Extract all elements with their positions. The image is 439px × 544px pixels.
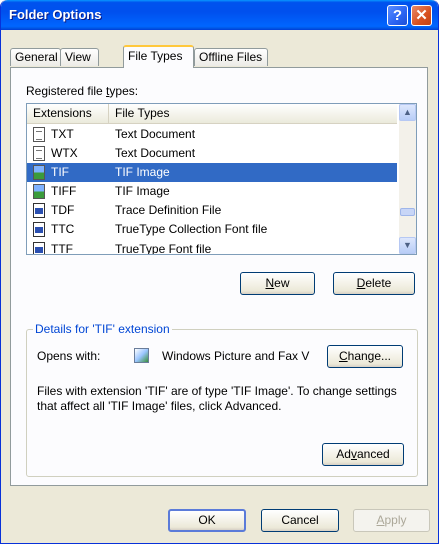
list-item-type: TIF Image [115, 165, 170, 179]
list-item-selected[interactable]: TIF TIF Image [27, 163, 397, 182]
cancel-button[interactable]: Cancel [261, 509, 339, 532]
list-item[interactable]: TTF TrueType Font file [27, 240, 397, 255]
column-header-extensions[interactable]: Extensions [27, 104, 109, 123]
list-item[interactable]: TDF Trace Definition File [27, 201, 397, 220]
scroll-thumb[interactable] [400, 208, 415, 216]
list-item-extension: TDF [51, 203, 75, 217]
font-file-icon [33, 242, 45, 254]
ok-button[interactable]: OK [168, 509, 246, 532]
list-item-type: TrueType Collection Font file [115, 222, 268, 236]
scroll-down-button[interactable]: ▼ [399, 237, 416, 254]
list-item[interactable]: TTC TrueType Collection Font file [27, 220, 397, 239]
picture-viewer-icon [134, 348, 149, 363]
help-button[interactable]: ? [387, 5, 408, 26]
list-item-extension: TIF [51, 165, 69, 179]
folder-options-window: Folder Options ? ✕ General View File Typ… [0, 0, 439, 544]
apply-button: Apply [353, 509, 430, 532]
tab-general[interactable]: General [10, 48, 61, 66]
list-item-extension: TXT [51, 127, 74, 141]
list-item-type: TrueType Font file [115, 242, 212, 255]
window-title: Folder Options [9, 7, 102, 22]
tab-file-types[interactable]: File Types [123, 45, 194, 68]
advanced-button[interactable]: Advanced [322, 443, 404, 466]
delete-button[interactable]: Delete [333, 272, 415, 295]
registered-file-types-label: Registered file types: [26, 84, 139, 98]
chevron-up-icon: ▲ [403, 107, 412, 117]
tab-offline-files[interactable]: Offline Files [194, 48, 268, 66]
list-item[interactable]: WTX Text Document [27, 144, 397, 163]
new-button[interactable]: New [240, 272, 315, 295]
list-item[interactable]: TIFF TIF Image [27, 182, 397, 201]
close-icon: ✕ [415, 7, 428, 24]
close-button[interactable]: ✕ [411, 5, 432, 26]
text-document-icon [33, 127, 45, 142]
file-types-list[interactable]: Extensions File Types TXT Text Document … [26, 103, 417, 255]
help-icon: ? [392, 7, 403, 24]
font-file-icon [33, 203, 45, 218]
chevron-down-icon: ▼ [403, 240, 412, 250]
scroll-up-button[interactable]: ▲ [399, 104, 416, 121]
title-bar[interactable]: Folder Options ? ✕ [1, 0, 438, 30]
details-group-title: Details for 'TIF' extension [33, 322, 172, 336]
image-file-icon [33, 165, 45, 180]
text-document-icon [33, 146, 45, 161]
tab-view[interactable]: View [60, 48, 99, 66]
list-item-type: Text Document [115, 127, 196, 141]
image-file-icon [33, 184, 45, 199]
list-item-type: Text Document [115, 146, 196, 160]
details-description: Files with extension 'TIF' are of type '… [37, 384, 397, 413]
opens-with-label: Opens with: [37, 349, 101, 363]
opens-with-value: Windows Picture and Fax V [162, 349, 310, 363]
list-item-extension: TTF [51, 242, 73, 255]
list-item-extension: TIFF [51, 184, 77, 198]
column-header-file-types[interactable]: File Types [109, 104, 397, 123]
list-item[interactable]: TXT Text Document [27, 125, 397, 144]
list-item-extension: WTX [51, 146, 78, 160]
list-item-extension: TTC [51, 222, 75, 236]
list-item-type: TIF Image [115, 184, 170, 198]
list-item-type: Trace Definition File [115, 203, 222, 217]
font-file-icon [33, 222, 45, 237]
change-button[interactable]: Change... [327, 345, 403, 368]
list-header: Extensions File Types [27, 104, 397, 124]
vertical-scrollbar[interactable]: ▲ ▼ [399, 104, 416, 254]
